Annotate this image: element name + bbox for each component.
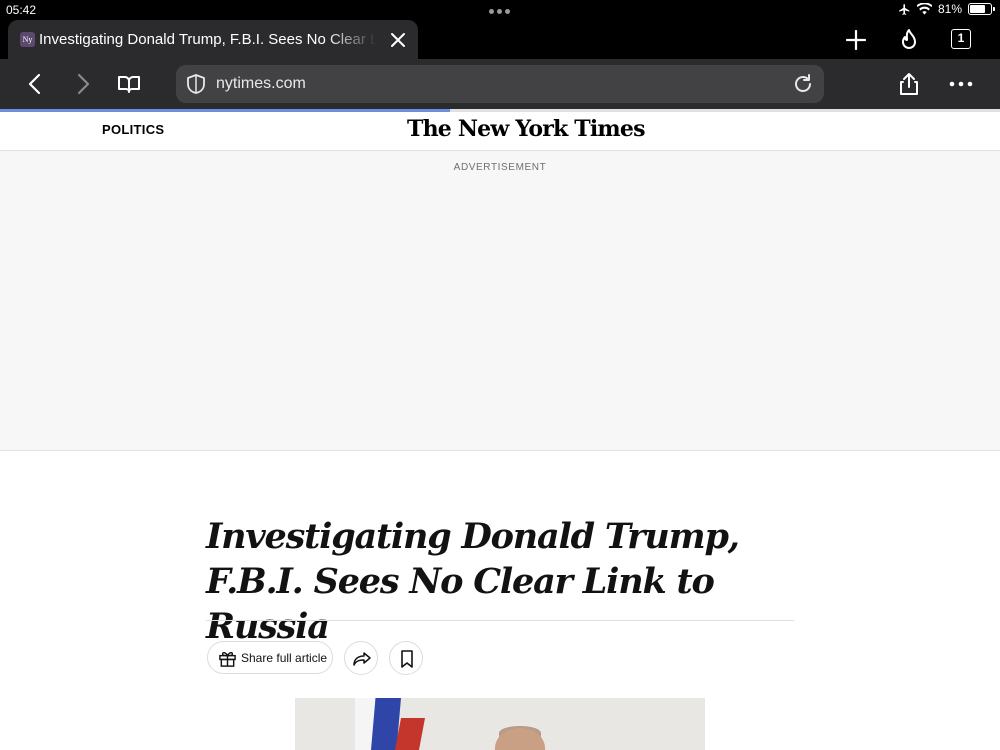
advertisement-slot: ADVERTISEMENT <box>0 151 1000 451</box>
nyt-header: POLITICS The New York Times <box>0 112 1000 151</box>
airplane-icon <box>899 3 910 15</box>
multitasking-dots-icon[interactable] <box>489 9 510 14</box>
back-icon[interactable] <box>22 71 48 97</box>
wifi-icon <box>916 3 932 15</box>
save-article-button[interactable] <box>389 641 423 675</box>
tab-bar: Ny Investigating Donald Trump, F.B.I. Se… <box>0 20 1000 59</box>
bookmark-icon <box>401 650 413 668</box>
nyt-masthead-logo[interactable]: The New York Times <box>407 116 645 142</box>
more-icon[interactable] <box>948 71 974 97</box>
article-photo <box>295 698 705 750</box>
close-tab-icon[interactable] <box>388 30 408 50</box>
reload-icon[interactable] <box>792 73 814 95</box>
forward-icon[interactable] <box>70 71 96 97</box>
status-bar: 05:42 81% <box>0 0 1000 20</box>
url-text: nytimes.com <box>216 75 306 92</box>
share-article-button[interactable] <box>344 641 378 675</box>
share-full-article-button[interactable]: Share full article <box>207 641 333 674</box>
share-full-article-label: Share full article <box>241 651 328 665</box>
status-time: 05:42 <box>6 3 37 17</box>
new-tab-icon[interactable] <box>843 27 869 53</box>
flame-icon[interactable] <box>896 27 922 53</box>
address-bar[interactable]: nytimes.com <box>176 65 824 103</box>
headline-divider <box>206 620 794 621</box>
nyt-favicon: Ny <box>20 32 35 47</box>
gift-icon <box>219 651 236 667</box>
battery-percent: 81% <box>937 2 962 16</box>
tab-title: Investigating Donald Trump, F.B.I. Sees … <box>39 31 377 48</box>
share-arrow-icon <box>353 652 371 666</box>
article-headline: Investigating Donald Trump, F.B.I. Sees … <box>206 516 740 647</box>
bookmarks-book-icon[interactable] <box>116 71 142 97</box>
tab-active[interactable]: Ny Investigating Donald Trump, F.B.I. Se… <box>8 20 418 59</box>
section-link-politics[interactable]: POLITICS <box>102 122 164 137</box>
tab-count-button[interactable]: 1 <box>951 29 971 49</box>
shield-icon[interactable] <box>185 73 207 95</box>
share-icon[interactable] <box>896 71 922 97</box>
battery-icon <box>968 3 995 15</box>
advertisement-label: ADVERTISEMENT <box>453 162 547 173</box>
